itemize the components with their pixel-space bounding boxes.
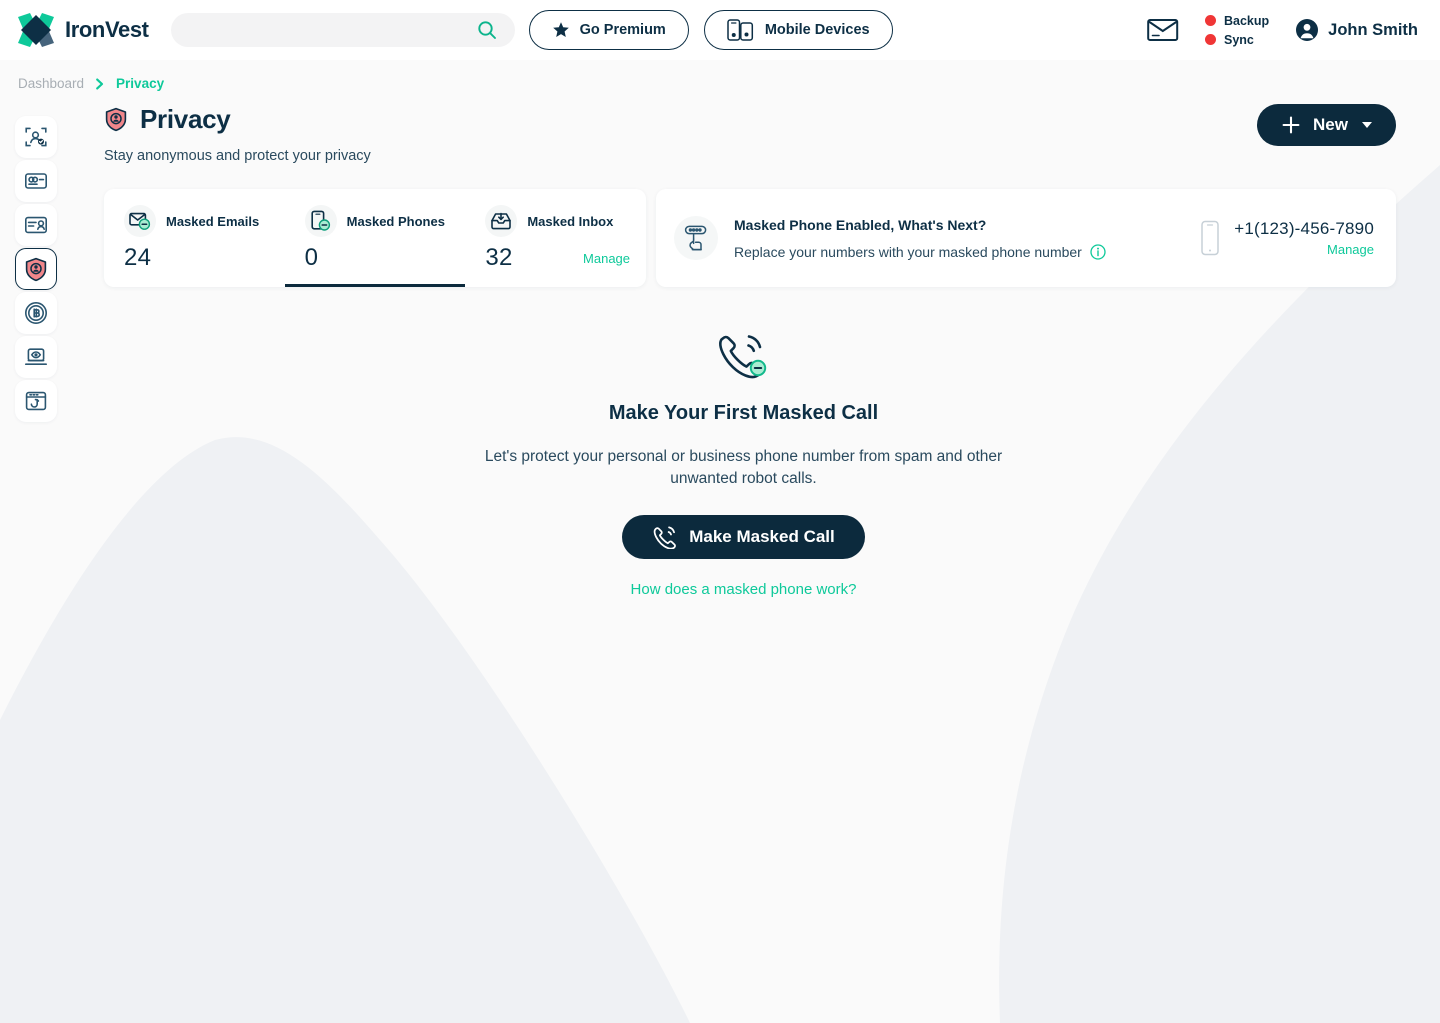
sidebar-item-identity-scan[interactable] [15, 116, 57, 158]
stat-label: Masked Inbox [527, 213, 614, 229]
header-right-group: Backup Sync John Smith [1147, 14, 1418, 47]
star-icon [552, 22, 569, 37]
sync-status-label: Sync [1224, 32, 1254, 47]
search-box[interactable] [170, 13, 515, 47]
page-title-row: Privacy Stay anonymous and protect your … [104, 104, 1440, 164]
make-masked-call-button[interactable]: Make Masked Call [622, 515, 865, 559]
masked-inbox-icon [485, 205, 518, 237]
new-button-label: New [1313, 115, 1348, 134]
masked-phone-icon [304, 205, 337, 237]
page-subtitle: Stay anonymous and protect your privacy [104, 148, 371, 164]
promo-title: Masked Phone Enabled, What's Next? [734, 216, 987, 233]
masked-phone-number: +1(123)-456-7890 [1234, 219, 1374, 238]
stat-masked-emails[interactable]: Masked Emails 24 [104, 189, 285, 287]
go-premium-label: Go Premium [579, 22, 666, 38]
empty-state: Make Your First Masked Call Let's protec… [0, 330, 1440, 598]
breadcrumb-item-dashboard[interactable]: Dashboard [18, 76, 84, 91]
sidebar-nav [15, 116, 57, 422]
avatar-icon [1296, 19, 1319, 41]
sidebar-item-browser-privacy[interactable] [15, 336, 57, 378]
stat-masked-phones[interactable]: Masked Phones 0 [284, 189, 466, 287]
backup-status-label: Backup [1224, 13, 1270, 28]
privacy-shield-icon [25, 257, 47, 281]
bitcoin-icon [25, 302, 47, 324]
laptop-eye-icon [24, 348, 48, 366]
user-name: John Smith [1328, 20, 1418, 39]
search-icon[interactable] [477, 20, 497, 40]
breadcrumb: Dashboard Privacy [0, 60, 1440, 91]
privacy-shield-icon [105, 107, 127, 132]
sidebar-item-anti-phishing[interactable] [15, 380, 57, 422]
stat-label: Masked Emails [166, 213, 260, 229]
chevron-down-icon [1362, 122, 1372, 128]
main-content: Privacy Stay anonymous and protect your … [0, 104, 1440, 287]
brand-name: IronVest [65, 17, 149, 42]
masked-email-icon [124, 205, 156, 237]
hand-click-icon [674, 216, 718, 260]
new-button[interactable]: New [1257, 104, 1396, 146]
breadcrumb-item-privacy[interactable]: Privacy [116, 76, 164, 91]
sidebar-item-payment-card[interactable] [15, 160, 57, 202]
stat-masked-inbox[interactable]: Masked Inbox 32 Manage [465, 189, 646, 287]
empty-state-title: Make Your First Masked Call [608, 402, 879, 424]
phishing-hook-icon [25, 391, 47, 411]
stat-value: 24 [124, 244, 152, 271]
info-circle-icon[interactable] [1090, 243, 1106, 260]
mobile-devices-icon [727, 19, 753, 41]
phone-outline-icon [1201, 220, 1219, 256]
promo-phone-group: +1(123)-456-7890 Manage [1200, 219, 1374, 257]
top-header: IronVest Go Premium Mobile Devices Backu… [0, 0, 1440, 60]
sidebar-item-privacy[interactable] [15, 248, 57, 290]
envelope-icon[interactable] [1147, 17, 1179, 43]
sync-status-group: Backup Sync [1205, 14, 1269, 47]
page-title-block: Privacy Stay anonymous and protect your … [104, 104, 1257, 164]
identity-scan-icon [25, 127, 47, 147]
promo-subtitle: Replace your numbers with your masked ph… [734, 243, 1082, 260]
promo-manage-link[interactable]: Manage [1327, 242, 1374, 257]
phone-call-badge-icon [718, 335, 766, 379]
empty-state-description: Let's protect your personal or business … [484, 448, 1003, 487]
stat-value: 0 [304, 244, 319, 271]
active-stat-underline [284, 284, 466, 287]
promo-card: Masked Phone Enabled, What's Next? Repla… [656, 189, 1396, 287]
status-backup[interactable]: Backup [1205, 14, 1269, 28]
status-sync[interactable]: Sync [1205, 33, 1269, 47]
stat-label: Masked Phones [346, 213, 445, 229]
sidebar-item-crypto[interactable] [15, 292, 57, 334]
sidebar-item-id-card[interactable] [15, 204, 57, 246]
mobile-devices-label: Mobile Devices [764, 22, 870, 38]
brand-logo[interactable]: IronVest [16, 11, 149, 49]
make-masked-call-label: Make Masked Call [689, 527, 835, 546]
user-menu[interactable]: John Smith [1295, 18, 1418, 42]
mobile-devices-button[interactable]: Mobile Devices [703, 10, 893, 50]
stats-card: Masked Emails 24 Masked Phones 0 Masked … [104, 189, 646, 287]
phone-call-icon [653, 526, 677, 549]
cards-row: Masked Emails 24 Masked Phones 0 Masked … [104, 189, 1440, 287]
sync-status-dot [1205, 34, 1216, 45]
credit-card-icon [24, 173, 47, 189]
promo-text: Masked Phone Enabled, What's Next? Repla… [734, 217, 1200, 260]
masked-inbox-manage-link[interactable]: Manage [583, 251, 630, 266]
search-input[interactable] [190, 22, 477, 38]
page-title: Privacy [140, 104, 231, 134]
go-premium-button[interactable]: Go Premium [528, 10, 689, 50]
id-card-icon [24, 216, 47, 234]
plus-icon [1282, 116, 1300, 134]
backup-status-dot [1205, 15, 1216, 26]
chevron-right-icon [96, 78, 104, 89]
ironvest-diamond-logo-icon [18, 13, 54, 47]
how-masked-phone-works-link[interactable]: How does a masked phone work? [631, 581, 857, 598]
